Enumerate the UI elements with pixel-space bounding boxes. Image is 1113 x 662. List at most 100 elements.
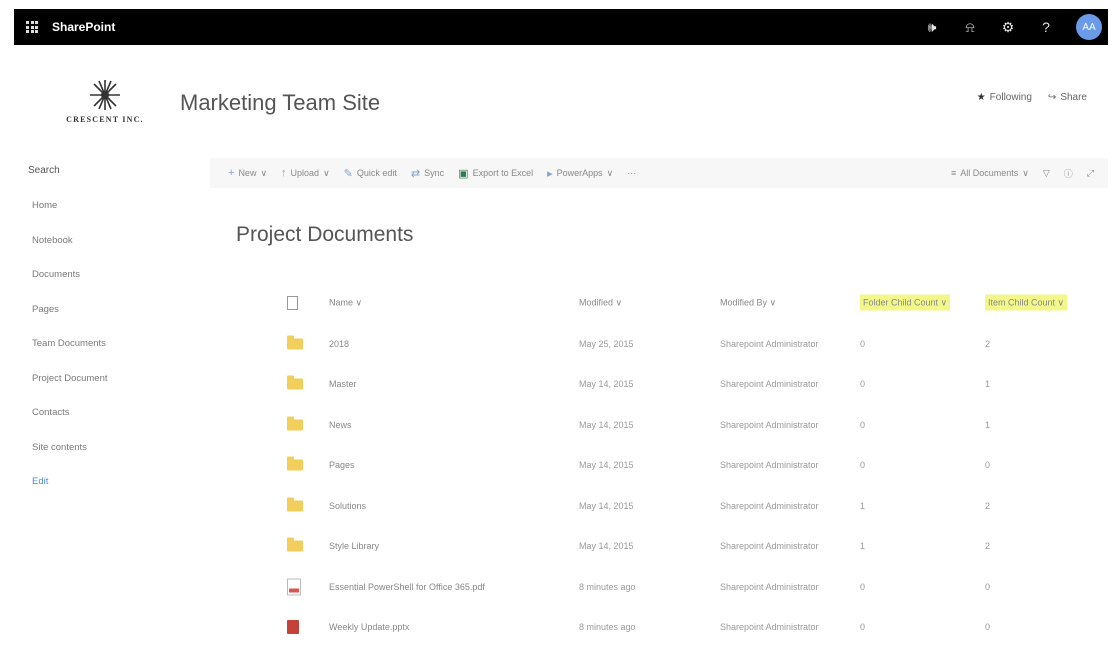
- quick-edit-button[interactable]: ✎ Quick edit: [344, 167, 397, 180]
- help-icon[interactable]: ?: [1038, 19, 1054, 35]
- table-row[interactable]: Master May 14, 2015 Sharepoint Administr…: [285, 364, 1111, 405]
- item-modified-by[interactable]: Sharepoint Administrator: [720, 541, 819, 551]
- following-label: Following: [989, 92, 1032, 103]
- upload-button[interactable]: ↑ Upload ∨: [281, 167, 330, 179]
- edit-links-button[interactable]: Edit: [32, 476, 108, 511]
- nav-item-contacts[interactable]: Contacts: [32, 407, 108, 442]
- item-name[interactable]: Master: [329, 379, 357, 389]
- item-modified-by[interactable]: Sharepoint Administrator: [720, 379, 819, 389]
- nav-item-notebook[interactable]: Notebook: [32, 235, 108, 270]
- view-label: All Documents: [960, 168, 1019, 178]
- sync-button[interactable]: ⇄ Sync: [411, 167, 444, 180]
- sync-icon: ⇄: [410, 167, 421, 180]
- table-row[interactable]: Weekly Update.pptx 8 minutes ago Sharepo…: [285, 607, 1111, 648]
- column-header-name[interactable]: Name ∨: [329, 298, 362, 309]
- column-header-folder-child-count[interactable]: Folder Child Count ∨: [860, 294, 951, 311]
- command-bar: + New ∨ ↑ Upload ∨ ✎ Quick edit ⇄ Sync ▣…: [210, 158, 1108, 188]
- app-launcher-icon[interactable]: [26, 21, 38, 33]
- view-selector[interactable]: ≡ All Documents ∨: [951, 168, 1029, 179]
- item-item-child-count: 2: [985, 338, 991, 349]
- info-icon[interactable]: ⓘ: [1064, 167, 1073, 180]
- nav-item-site-contents[interactable]: Site contents: [32, 442, 108, 477]
- bell-icon[interactable]: ⍾: [962, 19, 978, 36]
- item-name[interactable]: Weekly Update.pptx: [329, 622, 409, 632]
- item-modified-by[interactable]: Sharepoint Administrator: [720, 420, 819, 430]
- item-modified-by[interactable]: Sharepoint Administrator: [720, 501, 819, 511]
- item-item-child-count: 1: [985, 419, 991, 430]
- item-name[interactable]: News: [329, 420, 352, 430]
- item-item-child-count: 1: [985, 379, 991, 390]
- item-modified-by[interactable]: Sharepoint Administrator: [720, 460, 819, 470]
- more-button[interactable]: ···: [627, 168, 636, 178]
- item-modified: May 25, 2015: [579, 338, 634, 349]
- item-folder-child-count: 0: [860, 622, 866, 633]
- new-label: New: [238, 168, 257, 178]
- item-modified: May 14, 2015: [579, 460, 634, 471]
- item-modified-by[interactable]: Sharepoint Administrator: [720, 582, 819, 592]
- item-name[interactable]: 2018: [329, 339, 349, 349]
- table-row[interactable]: 2018 May 25, 2015 Sharepoint Administrat…: [285, 324, 1111, 365]
- column-header-modified-by[interactable]: Modified By ∨: [720, 298, 776, 309]
- new-button[interactable]: + New ∨: [228, 167, 267, 179]
- column-header-modified[interactable]: Modified ∨: [579, 298, 622, 309]
- folder-icon: [287, 335, 303, 350]
- gear-icon[interactable]: ⚙: [1000, 19, 1016, 36]
- folder-icon: [287, 416, 303, 431]
- item-folder-child-count: 0: [860, 581, 866, 592]
- share-button[interactable]: ↪ Share: [1048, 92, 1087, 103]
- page-title: Project Documents: [236, 223, 414, 246]
- export-to-excel-button[interactable]: ▣ Export to Excel: [458, 167, 533, 180]
- item-modified: May 14, 2015: [579, 419, 634, 430]
- item-folder-child-count: 1: [860, 541, 866, 552]
- folder-icon: [287, 456, 303, 471]
- avatar[interactable]: AA: [1076, 14, 1102, 40]
- chevron-down-icon: ∨: [1022, 167, 1029, 178]
- folder-icon: [287, 497, 303, 512]
- chevron-down-icon: ∨: [260, 167, 268, 178]
- document-list: Name ∨ Modified ∨ Modified By ∨ Folder C…: [285, 283, 1111, 648]
- chevron-down-icon: ∨: [323, 167, 330, 178]
- upload-icon: ↑: [281, 167, 287, 179]
- item-item-child-count: 0: [985, 622, 991, 633]
- item-item-child-count: 2: [985, 500, 991, 511]
- nav-item-home[interactable]: Home: [32, 200, 108, 235]
- nav-item-project-document[interactable]: Project Document: [32, 373, 108, 408]
- item-folder-child-count: 0: [860, 419, 866, 430]
- filter-icon[interactable]: ▽: [1043, 168, 1050, 179]
- app-name[interactable]: SharePoint: [52, 20, 115, 34]
- star-logo-icon: [90, 80, 120, 110]
- item-name[interactable]: Style Library: [329, 541, 379, 551]
- item-modified-by[interactable]: Sharepoint Administrator: [720, 622, 819, 632]
- table-row[interactable]: Style Library May 14, 2015 Sharepoint Ad…: [285, 526, 1111, 567]
- item-name[interactable]: Solutions: [329, 501, 366, 511]
- table-row[interactable]: Solutions May 14, 2015 Sharepoint Admini…: [285, 486, 1111, 527]
- site-title[interactable]: Marketing Team Site: [180, 90, 380, 116]
- pencil-icon: ✎: [343, 167, 353, 180]
- powerapps-label: PowerApps: [556, 168, 603, 178]
- table-row[interactable]: News May 14, 2015 Sharepoint Administrat…: [285, 405, 1111, 446]
- following-button[interactable]: ★ Following: [977, 92, 1032, 103]
- column-header-item-child-count[interactable]: Item Child Count ∨: [985, 294, 1068, 311]
- share-icon: ↪: [1047, 92, 1057, 103]
- file-type-header-icon[interactable]: [287, 296, 298, 311]
- nav-item-pages[interactable]: Pages: [32, 304, 108, 339]
- search-input[interactable]: Search: [28, 165, 60, 176]
- pdf-file-icon: [287, 578, 301, 596]
- site-logo[interactable]: CRESCENT INC.: [50, 78, 160, 150]
- item-folder-child-count: 0: [860, 379, 866, 390]
- item-modified: May 14, 2015: [579, 500, 634, 511]
- nav-item-team-documents[interactable]: Team Documents: [32, 338, 108, 373]
- item-item-child-count: 0: [985, 581, 991, 592]
- table-row[interactable]: Essential PowerShell for Office 365.pdf …: [285, 567, 1111, 608]
- item-modified-by[interactable]: Sharepoint Administrator: [720, 339, 819, 349]
- item-modified: May 14, 2015: [579, 541, 634, 552]
- item-name[interactable]: Essential PowerShell for Office 365.pdf: [329, 582, 485, 592]
- nav-item-documents[interactable]: Documents: [32, 269, 108, 304]
- folder-icon: [287, 375, 303, 390]
- megaphone-icon[interactable]: 🕪: [924, 19, 940, 36]
- expand-icon[interactable]: ⤢: [1087, 168, 1094, 179]
- item-name[interactable]: Pages: [329, 460, 355, 470]
- table-row[interactable]: Pages May 14, 2015 Sharepoint Administra…: [285, 445, 1111, 486]
- powerapps-button[interactable]: ▸ PowerApps ∨: [547, 167, 613, 180]
- sync-label: Sync: [424, 168, 445, 178]
